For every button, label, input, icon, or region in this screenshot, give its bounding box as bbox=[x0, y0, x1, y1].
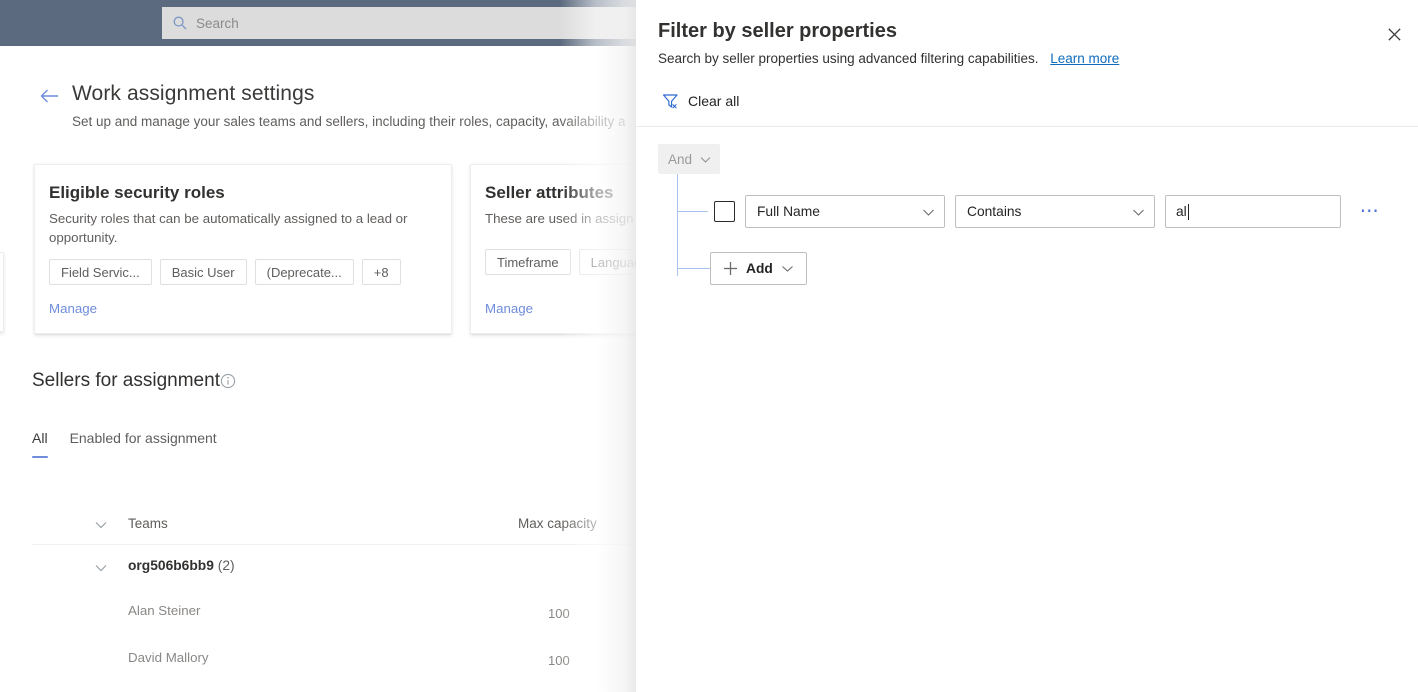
chevron-down-icon[interactable] bbox=[94, 561, 108, 575]
offscreen-card-sliver bbox=[0, 252, 4, 332]
page-title: Work assignment settings bbox=[72, 82, 315, 105]
seller-name: David Mallory bbox=[128, 650, 209, 665]
close-icon bbox=[1387, 27, 1401, 41]
column-header-teams[interactable]: Teams bbox=[128, 516, 168, 531]
card-title: Seller attributes bbox=[485, 183, 614, 202]
group-operator-dropdown[interactable]: And bbox=[658, 144, 721, 174]
card-chip-list: Field Servic... Basic User (Deprecate...… bbox=[49, 259, 401, 285]
page-subtitle: Set up and manage your sales teams and s… bbox=[72, 114, 626, 129]
card-description: These are used in assign bbox=[485, 211, 634, 226]
chevron-down-icon bbox=[1133, 209, 1144, 216]
learn-more-link[interactable]: Learn more bbox=[1050, 51, 1119, 66]
group-operator-label: And bbox=[668, 151, 693, 167]
role-chip[interactable]: (Deprecate... bbox=[254, 259, 354, 285]
clear-all-button[interactable]: Clear all bbox=[662, 87, 739, 115]
group-name: org506b6bb9 (2) bbox=[128, 558, 235, 573]
back-arrow-icon[interactable] bbox=[40, 86, 60, 106]
role-chip-overflow[interactable]: +8 bbox=[361, 259, 401, 285]
panel-divider bbox=[636, 126, 1418, 127]
attribute-chip[interactable]: Timeframe bbox=[485, 249, 571, 275]
tree-branch-line bbox=[677, 268, 712, 269]
card-chip-list: Timeframe Languag bbox=[485, 249, 640, 275]
table-header-row: Teams Max capacity bbox=[32, 505, 640, 545]
table-group-row[interactable]: org506b6bb9 (2) bbox=[32, 545, 640, 589]
card-title: Eligible security roles bbox=[49, 183, 225, 202]
search-input[interactable]: Search bbox=[162, 7, 640, 39]
manage-link[interactable]: Manage bbox=[49, 301, 97, 316]
search-icon bbox=[173, 16, 187, 30]
card-eligible-security-roles: Eligible security roles Security roles t… bbox=[34, 164, 452, 334]
screen: Search Work assignment settings Set up a… bbox=[0, 0, 1418, 692]
tree-branch-line bbox=[677, 211, 708, 212]
tree-connector-line bbox=[677, 174, 678, 276]
search-placeholder: Search bbox=[196, 15, 239, 31]
card-seller-attributes: Seller attributes These are used in assi… bbox=[470, 164, 640, 334]
table-row[interactable]: David Mallory 100 bbox=[32, 636, 640, 683]
card-description: Security roles that can be automatically… bbox=[49, 211, 408, 245]
chevron-down-icon[interactable] bbox=[94, 518, 108, 532]
seller-max-capacity: 100 bbox=[548, 653, 570, 668]
add-condition-button[interactable]: Add bbox=[710, 252, 807, 285]
text-cursor bbox=[1187, 203, 1189, 220]
group-name-text: org506b6bb9 bbox=[128, 558, 214, 573]
sellers-table: Teams Max capacity org506b6bb9 (2) Alan … bbox=[32, 505, 640, 683]
field-dropdown[interactable]: Full Name bbox=[745, 195, 945, 228]
operator-dropdown[interactable]: Contains bbox=[955, 195, 1155, 228]
table-row[interactable]: Alan Steiner 100 bbox=[32, 589, 640, 636]
plus-icon bbox=[724, 262, 737, 275]
add-button-label: Add bbox=[746, 261, 773, 276]
row-select-checkbox[interactable] bbox=[714, 201, 735, 222]
tab-enabled-for-assignment[interactable]: Enabled for assignment bbox=[70, 430, 217, 458]
sellers-tabs: All Enabled for assignment bbox=[32, 430, 217, 458]
filter-value-input[interactable]: al bbox=[1165, 195, 1341, 228]
filter-panel: Filter by seller properties Search by se… bbox=[636, 0, 1418, 692]
operator-dropdown-value: Contains bbox=[967, 204, 1022, 219]
manage-link[interactable]: Manage bbox=[485, 301, 533, 316]
panel-subtitle: Search by seller properties using advanc… bbox=[658, 51, 1119, 66]
sellers-section-title: Sellers for assignment bbox=[32, 370, 220, 391]
info-icon[interactable] bbox=[220, 373, 236, 389]
tab-all[interactable]: All bbox=[32, 430, 48, 458]
group-count: (2) bbox=[217, 558, 235, 573]
chevron-down-icon bbox=[781, 266, 793, 272]
app-header-bar: Search bbox=[0, 0, 640, 46]
filter-clear-icon bbox=[662, 93, 678, 108]
seller-max-capacity: 100 bbox=[548, 606, 570, 621]
role-chip[interactable]: Basic User bbox=[159, 259, 247, 285]
role-chip[interactable]: Field Servic... bbox=[49, 259, 152, 285]
field-dropdown-value: Full Name bbox=[757, 204, 820, 219]
more-options-icon[interactable]: ⋯ bbox=[1357, 199, 1383, 225]
panel-subtitle-text: Search by seller properties using advanc… bbox=[658, 51, 1039, 66]
seller-name: Alan Steiner bbox=[128, 603, 201, 618]
background-app: Search Work assignment settings Set up a… bbox=[0, 0, 640, 692]
chevron-down-icon bbox=[700, 156, 711, 163]
filter-condition-row: Full Name Contains al ⋯ bbox=[714, 195, 1383, 228]
attribute-chip[interactable]: Languag bbox=[578, 249, 640, 275]
panel-title: Filter by seller properties bbox=[658, 20, 897, 42]
clear-all-label: Clear all bbox=[688, 93, 740, 109]
close-button[interactable] bbox=[1378, 18, 1410, 50]
filter-value-text: al bbox=[1176, 204, 1187, 219]
chevron-down-icon bbox=[923, 209, 934, 216]
column-header-max-capacity[interactable]: Max capacity bbox=[518, 516, 597, 531]
